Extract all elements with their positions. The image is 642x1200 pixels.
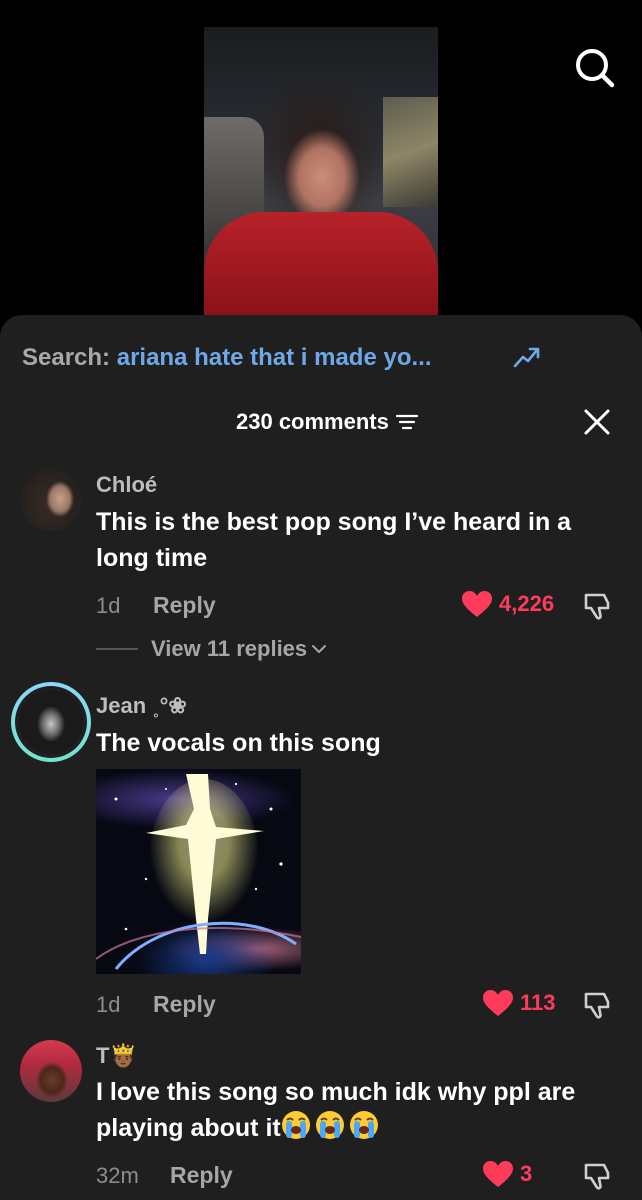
avatar-story-ring[interactable] — [11, 682, 91, 762]
red-shirt — [204, 212, 438, 317]
trending-up-icon — [513, 347, 540, 368]
filter-icon — [395, 414, 418, 430]
comments-count-sort[interactable]: 230 comments — [236, 409, 418, 435]
search-button[interactable] — [570, 44, 618, 92]
like-count: 4,226 — [499, 591, 555, 616]
avatar[interactable] — [19, 690, 83, 754]
video-preview[interactable] — [0, 0, 642, 330]
comment-time: 32m — [96, 1163, 139, 1188]
dislike-button[interactable] — [583, 989, 615, 1021]
reply-button[interactable]: Reply — [153, 991, 216, 1018]
dislike-button[interactable] — [583, 590, 615, 622]
heart-icon — [462, 591, 492, 617]
like-button[interactable]: 3 — [482, 1160, 532, 1188]
close-icon — [584, 409, 610, 435]
search-label: Search: — [22, 344, 111, 371]
comment-text: This is the best pop song I’ve heard in … — [96, 508, 572, 572]
like-count: 3 — [520, 1161, 533, 1186]
reply-button[interactable]: Reply — [153, 592, 216, 619]
comment-username[interactable]: Jean ˳°❀ — [96, 693, 187, 719]
chevron-down-icon — [312, 645, 327, 653]
loudly-crying-face-emoji — [281, 1111, 383, 1142]
like-button[interactable]: 4,226 — [461, 590, 554, 618]
replies-divider — [96, 648, 138, 650]
comment-time: 1d — [96, 593, 121, 618]
view-replies-label: View 11 replies — [151, 636, 308, 661]
dislike-button[interactable] — [583, 1160, 615, 1192]
comments-count: 230 comments — [236, 409, 389, 434]
comment-gif-image[interactable] — [96, 769, 301, 974]
avatar[interactable] — [20, 1040, 82, 1102]
comment-username[interactable]: Chloé — [96, 472, 157, 498]
heart-icon — [483, 990, 513, 1016]
gif-artwork — [96, 774, 301, 970]
comment-username[interactable]: T🤴🏾 — [96, 1043, 137, 1069]
thumbs-down-icon — [584, 593, 610, 620]
close-button[interactable] — [583, 408, 611, 436]
comment-text: The vocals on this song — [96, 729, 381, 757]
search-icon — [576, 49, 615, 88]
video-thumbnail[interactable] — [204, 27, 438, 317]
search-suggestion[interactable]: Search: ariana hate that i made yo... — [22, 344, 431, 372]
heart-icon — [483, 1161, 513, 1187]
avatar[interactable] — [20, 469, 82, 531]
search-query-link[interactable]: ariana hate that i made yo... — [117, 344, 432, 371]
view-replies-button[interactable]: View 11 replies — [96, 636, 327, 662]
reply-button[interactable]: Reply — [170, 1162, 233, 1189]
thumbs-down-icon — [584, 1163, 610, 1190]
thumbs-down-icon — [584, 992, 610, 1019]
comment-text: I love this song so much idk why ppl are… — [96, 1074, 626, 1146]
car-window — [383, 97, 438, 207]
like-button[interactable]: 113 — [482, 989, 556, 1017]
like-count: 113 — [520, 990, 556, 1015]
comment-time: 1d — [96, 992, 121, 1017]
